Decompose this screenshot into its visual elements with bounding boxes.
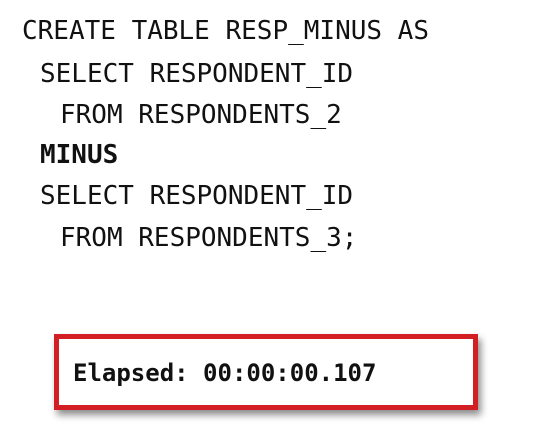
sql-line-create-table: CREATE TABLE RESP_MINUS AS	[22, 16, 429, 46]
elapsed-time-highlight-box: Elapsed: 00:00:00.107	[54, 334, 478, 410]
sql-line-select-1: SELECT RESPONDENT_ID	[40, 59, 354, 89]
sql-line-select-2: SELECT RESPONDENT_ID	[40, 181, 354, 211]
sql-line-minus-keyword: MINUS	[40, 140, 119, 170]
sql-line-from-2: FROM RESPONDENTS_3;	[60, 223, 358, 253]
sql-code-block: CREATE TABLE RESP_MINUS AS SELECT RESPON…	[0, 0, 552, 260]
elapsed-time-text: Elapsed: 00:00:00.107	[73, 359, 377, 387]
sql-line-from-1: FROM RESPONDENTS_2	[60, 100, 342, 130]
